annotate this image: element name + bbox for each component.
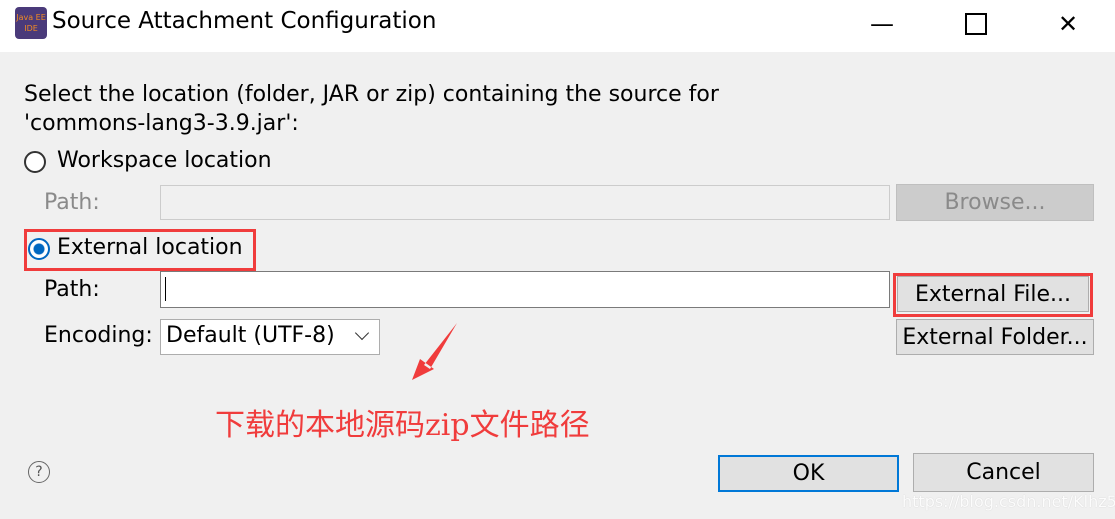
workspace-path-label: Path: xyxy=(44,190,100,215)
close-button[interactable]: ✕ xyxy=(1038,0,1098,48)
annotation-arrow-icon xyxy=(412,323,457,380)
chevron-down-icon xyxy=(354,325,370,341)
encoding-select[interactable]: Default (UTF-8) xyxy=(160,319,380,355)
cancel-button[interactable]: Cancel xyxy=(913,453,1094,492)
prompt-line-2: 'commons-lang3-3.9.jar': xyxy=(24,111,299,136)
workspace-path-input[interactable] xyxy=(160,185,890,220)
encoding-label: Encoding: xyxy=(44,323,153,348)
workspace-location-radio[interactable] xyxy=(24,151,46,173)
maximize-icon xyxy=(965,13,987,35)
title-bar: Java EE IDE Source Attachment Configurat… xyxy=(0,0,1115,52)
external-location-label: External location xyxy=(57,235,243,260)
maximize-button[interactable] xyxy=(946,0,1006,48)
external-file-button[interactable]: External File... xyxy=(897,276,1089,312)
minimize-icon: — xyxy=(870,10,894,38)
close-icon: ✕ xyxy=(1057,10,1079,38)
annotation-text: 下载的本地源码zip文件路径 xyxy=(215,408,590,443)
prompt-line-1: Select the location (folder, JAR or zip)… xyxy=(24,82,719,107)
external-folder-button[interactable]: External Folder... xyxy=(896,319,1094,355)
browse-button[interactable]: Browse... xyxy=(896,184,1094,221)
external-path-label: Path: xyxy=(44,277,100,302)
watermark: https://blog.csdn.net/Klhz555 xyxy=(902,492,1115,511)
workspace-location-label: Workspace location xyxy=(57,148,272,173)
minimize-button[interactable]: — xyxy=(852,0,912,48)
window-title: Source Attachment Configuration xyxy=(52,8,437,34)
java-ee-ide-icon: Java EE IDE xyxy=(15,7,47,39)
external-location-radio[interactable] xyxy=(28,238,50,260)
help-icon[interactable]: ? xyxy=(28,461,50,483)
encoding-value: Default (UTF-8) xyxy=(166,323,335,348)
ok-button[interactable]: OK xyxy=(718,455,899,492)
external-path-input[interactable] xyxy=(160,271,890,308)
